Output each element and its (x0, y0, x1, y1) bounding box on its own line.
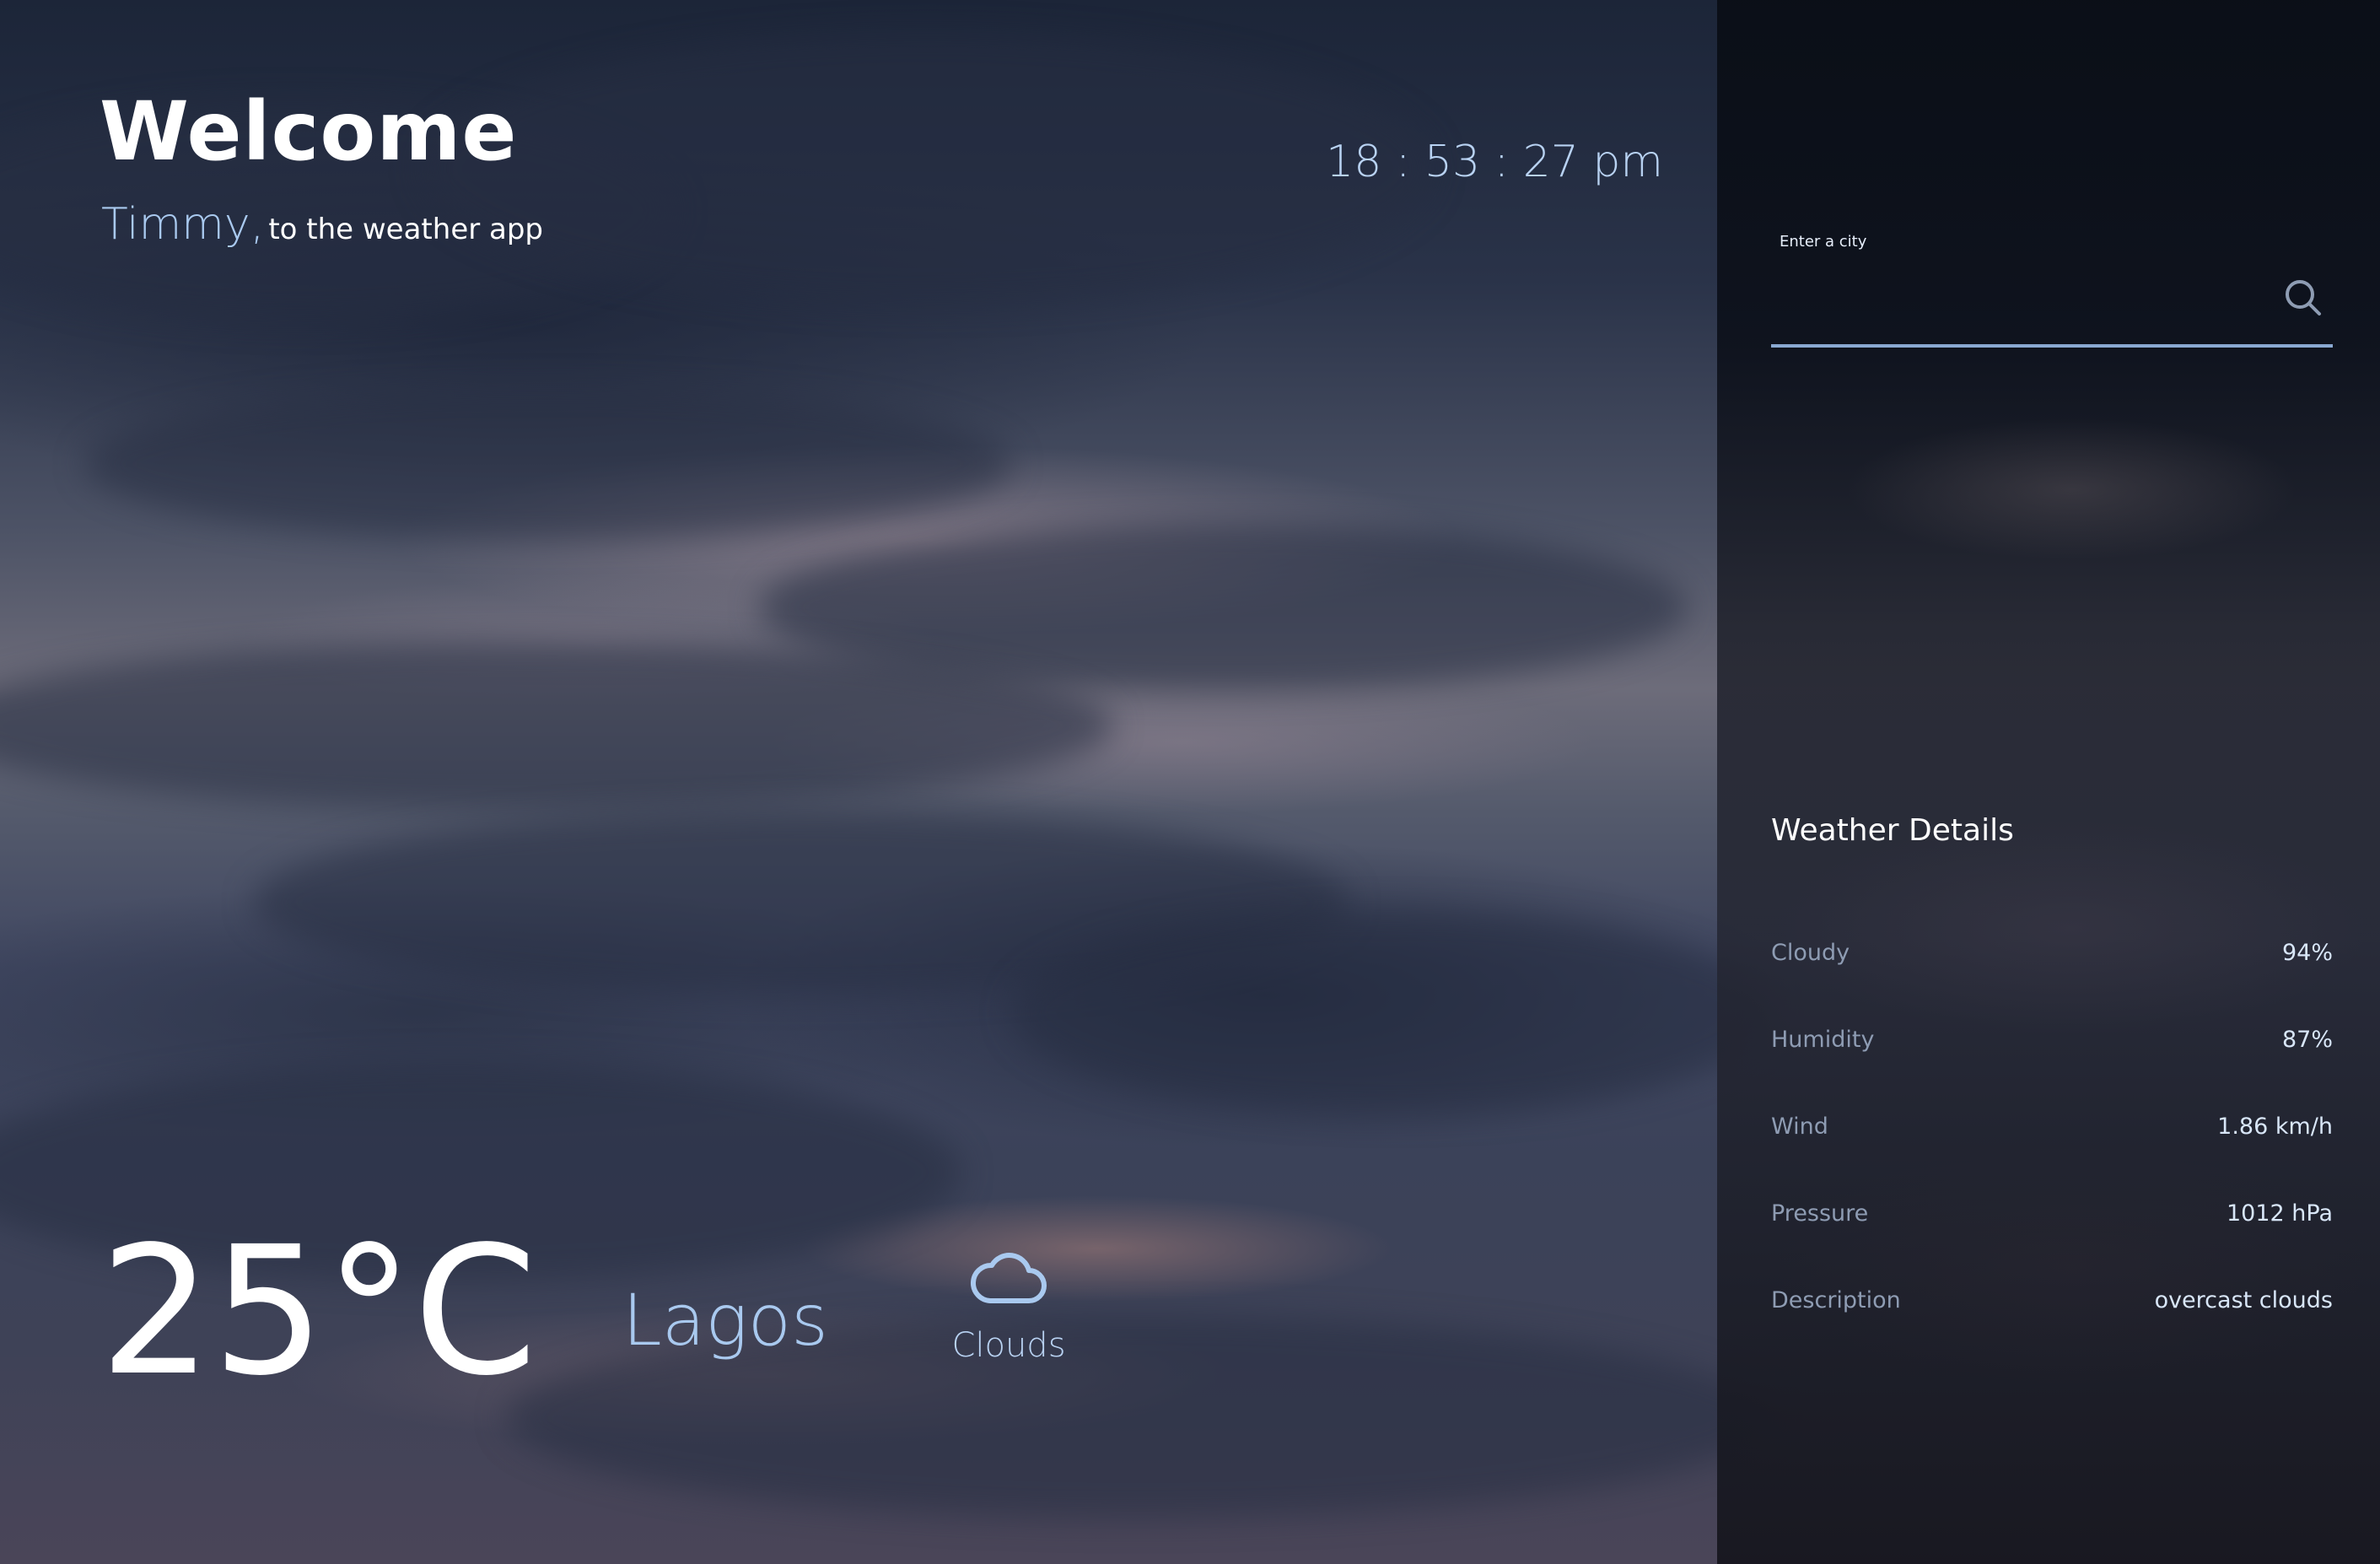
detail-value: 94% (2281, 940, 2333, 966)
detail-row-pressure: Pressure 1012 hPa (1771, 1200, 2333, 1238)
welcome-subtitle: Timmy, to the weather app (101, 199, 543, 250)
sidebar-panel: Enter a city Weather Details Cloudy 94% … (1717, 0, 2380, 1564)
subtitle-text: to the weather app (268, 213, 544, 246)
weather-app: Welcome Timmy, to the weather app 18 : 5… (0, 0, 2380, 1564)
weather-details-heading: Weather Details (1771, 813, 2014, 848)
detail-value: overcast clouds (2154, 1287, 2333, 1313)
detail-label: Description (1771, 1287, 1901, 1313)
search-icon[interactable] (2282, 277, 2324, 319)
current-temperature: 25°C (100, 1208, 537, 1415)
search-underline (1771, 344, 2333, 348)
search-label: Enter a city (1780, 233, 1867, 251)
detail-label: Humidity (1771, 1027, 1875, 1053)
current-time: 18 : 53 : 27 pm (1326, 137, 1663, 187)
city-search-input[interactable] (1771, 267, 2286, 326)
user-name: Timmy, (101, 199, 265, 250)
detail-label: Wind (1771, 1114, 1828, 1140)
detail-label: Cloudy (1771, 940, 1850, 966)
detail-row-cloudy: Cloudy 94% (1771, 940, 2333, 977)
detail-row-humidity: Humidity 87% (1771, 1027, 2333, 1064)
detail-value: 87% (2281, 1027, 2333, 1053)
detail-value: 1.86 km/h (2217, 1114, 2333, 1140)
detail-value: 1012 hPa (2226, 1200, 2333, 1227)
detail-label: Pressure (1771, 1200, 1869, 1227)
detail-row-wind: Wind 1.86 km/h (1771, 1114, 2333, 1151)
weather-condition: Clouds (945, 1249, 1073, 1365)
city-name: Lagos (622, 1279, 828, 1362)
condition-label: Clouds (951, 1326, 1066, 1365)
welcome-heading: Welcome (100, 84, 518, 179)
detail-row-description: Description overcast clouds (1771, 1287, 2333, 1324)
cloud-icon (968, 1249, 1049, 1309)
